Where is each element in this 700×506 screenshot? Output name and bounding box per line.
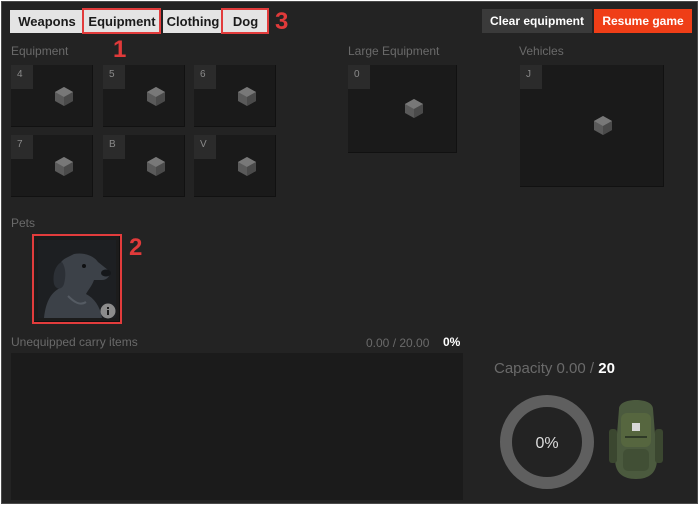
equipment-slot[interactable]: 6	[194, 65, 276, 127]
cube-icon	[55, 87, 73, 106]
slot-key: V	[194, 135, 216, 159]
equipment-slot[interactable]: B	[103, 135, 185, 197]
annotation-number: 1	[113, 36, 127, 63]
capacity-gauge: 0%	[500, 395, 594, 489]
slot-key: B	[103, 135, 125, 159]
slot-key: 5	[103, 65, 125, 89]
equipment-section-label: Equipment	[11, 44, 69, 58]
equipment-slot[interactable]: V	[194, 135, 276, 197]
vehicles-section-label: Vehicles	[519, 44, 564, 58]
tab-weapons[interactable]: Weapons	[10, 10, 84, 33]
pets-section-label: Pets	[11, 216, 36, 230]
clear-equipment-button[interactable]: Clear equipment	[482, 9, 592, 33]
equipment-slot[interactable]: 5	[103, 65, 185, 127]
annotation-number: 3	[275, 8, 289, 35]
cube-icon	[238, 87, 256, 106]
annotation-box-equipment-tab	[82, 8, 161, 34]
annotation-box-dog-tab	[221, 8, 269, 34]
carry-percent: 0%	[443, 335, 461, 349]
cube-icon	[55, 157, 73, 176]
cube-icon	[405, 99, 423, 118]
slot-key: J	[520, 65, 542, 89]
large-equipment-section-label: Large Equipment	[348, 44, 440, 58]
capacity-label-text: Capacity 0.00 /	[494, 360, 599, 377]
tab-clothing[interactable]: Clothing	[163, 10, 223, 33]
slot-key: 6	[194, 65, 216, 89]
large-equipment-slot[interactable]: 0	[348, 65, 457, 153]
capacity-label: Capacity 0.00 / 20	[494, 360, 615, 377]
cube-icon	[238, 157, 256, 176]
unequipped-section-label: Unequipped carry items	[11, 335, 138, 349]
equipment-slot[interactable]: 7	[11, 135, 93, 197]
slot-key: 4	[11, 65, 33, 89]
equipment-slot[interactable]: 4	[11, 65, 93, 127]
cube-icon	[147, 157, 165, 176]
inventory-screen: Weapons Equipment Clothing Dog Clear equ…	[1, 1, 698, 504]
backpack-image	[609, 400, 663, 479]
capacity-max: 20	[598, 360, 615, 377]
slot-key: 0	[348, 65, 370, 89]
vehicle-slot[interactable]: J	[520, 65, 664, 187]
gauge-text: 0%	[535, 435, 558, 452]
annotation-box-pet-slot	[32, 234, 122, 324]
unequipped-items-area[interactable]	[11, 353, 463, 500]
resume-game-button[interactable]: Resume game	[594, 9, 692, 33]
cube-icon	[147, 87, 165, 106]
slot-key: 7	[11, 135, 33, 159]
annotation-number: 2	[129, 234, 143, 261]
cube-icon	[594, 116, 612, 135]
carry-weight: 0.00 / 20.00	[366, 336, 430, 350]
